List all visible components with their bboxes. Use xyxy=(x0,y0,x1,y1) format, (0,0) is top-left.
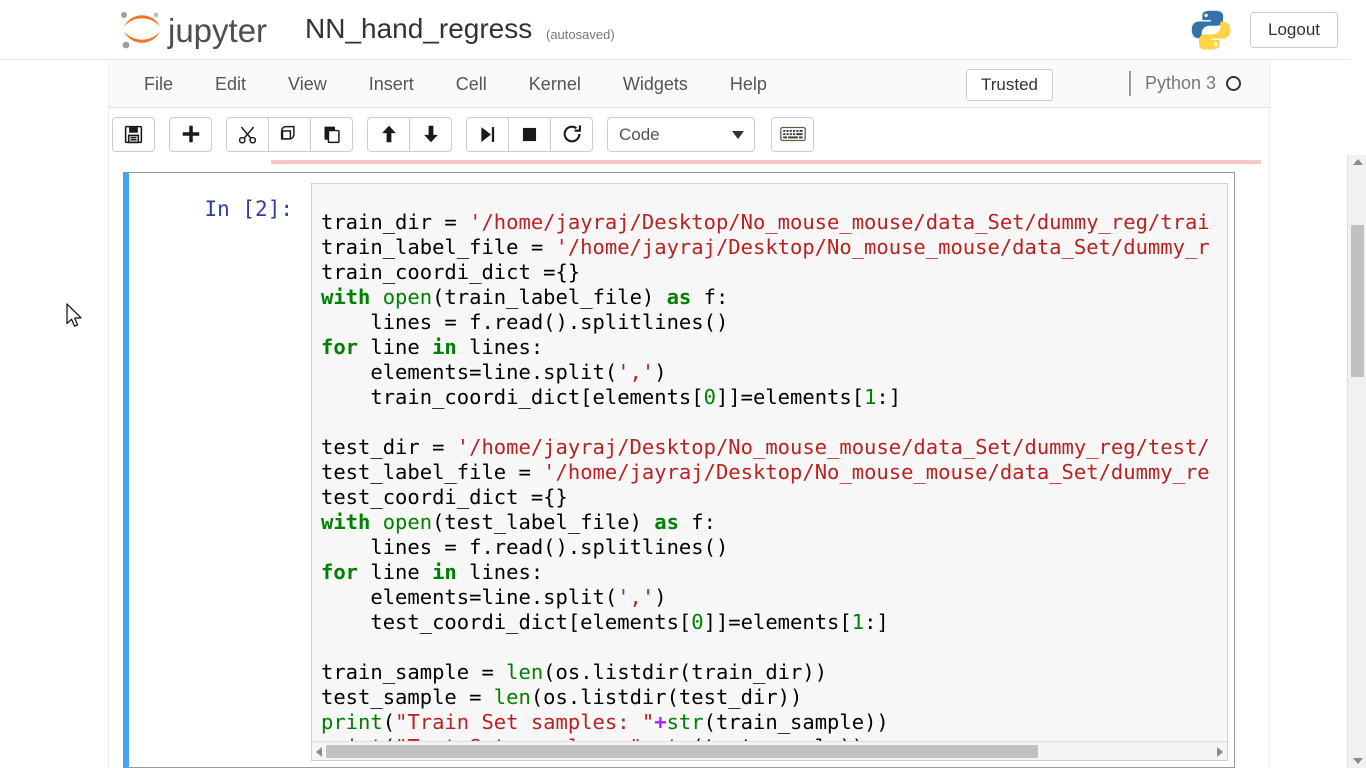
python-logo-icon xyxy=(1189,8,1233,52)
page-vertical-scrollbar[interactable] xyxy=(1347,155,1366,768)
toolbar-group-run xyxy=(466,116,593,152)
scissors-icon[interactable] xyxy=(226,116,269,152)
run-icon[interactable] xyxy=(466,116,509,152)
logout-button[interactable]: Logout xyxy=(1250,12,1338,48)
toolbar-group-insert xyxy=(169,116,212,152)
cell-type-select[interactable]: Code xyxy=(607,116,755,152)
chevron-down-icon xyxy=(732,130,744,139)
notebook-title[interactable]: NN_hand_regress xyxy=(305,13,532,45)
notebook-header: jupyter NN_hand_regress (autosaved) Logo… xyxy=(0,0,1350,60)
kernel-idle-circle-icon[interactable] xyxy=(1226,76,1241,91)
kernel-name: Python 3 xyxy=(1144,73,1216,93)
toolbar-group-move xyxy=(367,116,452,152)
toolbar-group-save xyxy=(112,116,155,152)
menu-help[interactable]: Help xyxy=(709,61,788,107)
code-editor[interactable]: train_dir = '/home/jayraj/Desktop/No_mou… xyxy=(311,183,1228,761)
autosave-status: (autosaved) xyxy=(546,27,615,42)
cell-type-value: Code xyxy=(619,124,660,144)
code-horizontal-scrollbar[interactable] xyxy=(312,741,1227,760)
restart-icon[interactable] xyxy=(550,116,593,152)
jupyter-logo-icon: jupyter xyxy=(112,6,288,54)
cell-input-prompt: In [2]: xyxy=(204,197,293,221)
notebook-container: In [2]: train_dir = '/home/jayraj/Deskto… xyxy=(108,160,1270,768)
copy-icon[interactable] xyxy=(268,116,311,152)
mouse-cursor-icon xyxy=(66,303,84,334)
menu-bar: File Edit View Insert Cell Kernel Widget… xyxy=(108,61,1270,108)
menu-view[interactable]: View xyxy=(267,61,348,107)
kernel-indicator[interactable]: Python 3 xyxy=(1128,71,1241,96)
menu-cell[interactable]: Cell xyxy=(435,61,508,107)
menu-widgets[interactable]: Widgets xyxy=(602,61,709,107)
scroll-down-arrow-icon[interactable] xyxy=(1353,758,1363,764)
menu-edit[interactable]: Edit xyxy=(194,61,267,107)
code-cell-selected[interactable]: In [2]: train_dir = '/home/jayraj/Deskto… xyxy=(123,172,1235,768)
jupyter-brand[interactable]: jupyter xyxy=(112,6,288,54)
save-icon[interactable] xyxy=(112,116,155,152)
menu-insert[interactable]: Insert xyxy=(348,61,435,107)
page-scroll-thumb[interactable] xyxy=(1351,225,1364,377)
plus-icon[interactable] xyxy=(169,116,212,152)
paste-icon[interactable] xyxy=(310,116,353,152)
kernel-separator xyxy=(1128,71,1131,96)
stop-icon[interactable] xyxy=(508,116,551,152)
trusted-badge[interactable]: Trusted xyxy=(965,69,1053,101)
scroll-up-arrow-icon[interactable] xyxy=(1353,159,1363,165)
arrow-down-icon[interactable] xyxy=(409,116,452,152)
menu-items: File Edit View Insert Cell Kernel Widget… xyxy=(109,61,1269,107)
scroll-right-arrow-icon[interactable] xyxy=(1217,747,1223,757)
toolbar-group-shortcuts xyxy=(771,116,814,152)
notebook-toolbar: Code xyxy=(108,108,1270,160)
menu-kernel[interactable]: Kernel xyxy=(508,61,602,107)
keyboard-icon[interactable] xyxy=(771,116,814,152)
jupyter-notebook-page: jupyter NN_hand_regress (autosaved) Logo… xyxy=(0,0,1366,768)
svg-text:jupyter: jupyter xyxy=(167,12,267,49)
previous-cell-sliver[interactable] xyxy=(271,160,1261,164)
arrow-up-icon[interactable] xyxy=(367,116,410,152)
scroll-left-arrow-icon[interactable] xyxy=(316,747,322,757)
code-hscroll-thumb[interactable] xyxy=(326,745,1038,758)
toolbar-group-clipboard xyxy=(226,116,353,152)
menu-file[interactable]: File xyxy=(123,61,194,107)
toolbar-buttons: Code xyxy=(109,108,1269,160)
code-source[interactable]: train_dir = '/home/jayraj/Desktop/No_mou… xyxy=(321,210,1210,760)
